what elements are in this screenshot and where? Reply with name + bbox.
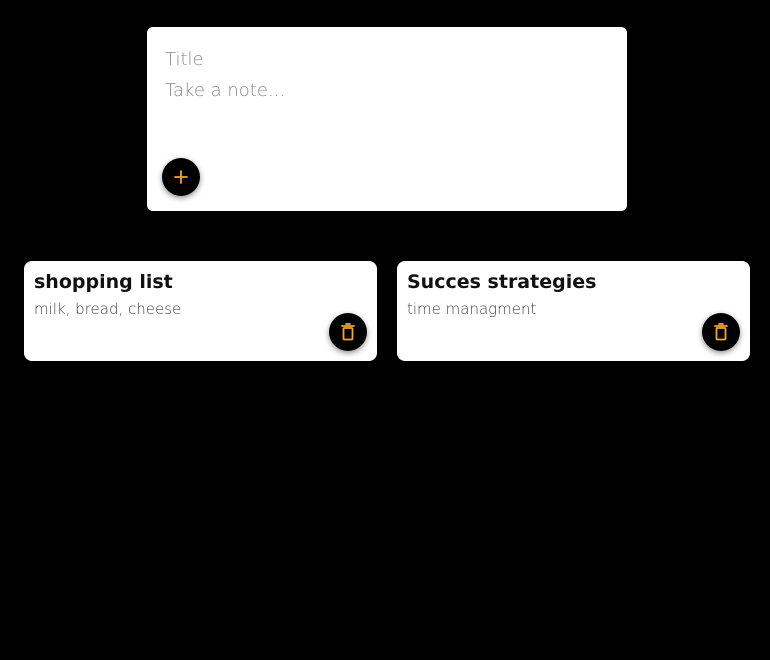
delete-note-button[interactable] — [702, 313, 740, 351]
note-title: Succes strategies — [407, 271, 597, 293]
plus-icon — [174, 170, 188, 184]
delete-note-button[interactable] — [329, 313, 367, 351]
note-title-input[interactable] — [165, 47, 605, 71]
note-content-input[interactable] — [165, 79, 605, 139]
note-content: time managment — [407, 300, 537, 318]
note-title: shopping list — [34, 271, 173, 293]
note-card: shopping list milk, bread, cheese — [24, 261, 377, 361]
add-note-button[interactable] — [162, 158, 200, 196]
note-content: milk, bread, cheese — [34, 300, 182, 318]
note-card: Succes strategies time managment — [397, 261, 750, 361]
trash-icon — [714, 323, 728, 341]
trash-icon — [341, 323, 355, 341]
note-composer — [147, 27, 627, 211]
